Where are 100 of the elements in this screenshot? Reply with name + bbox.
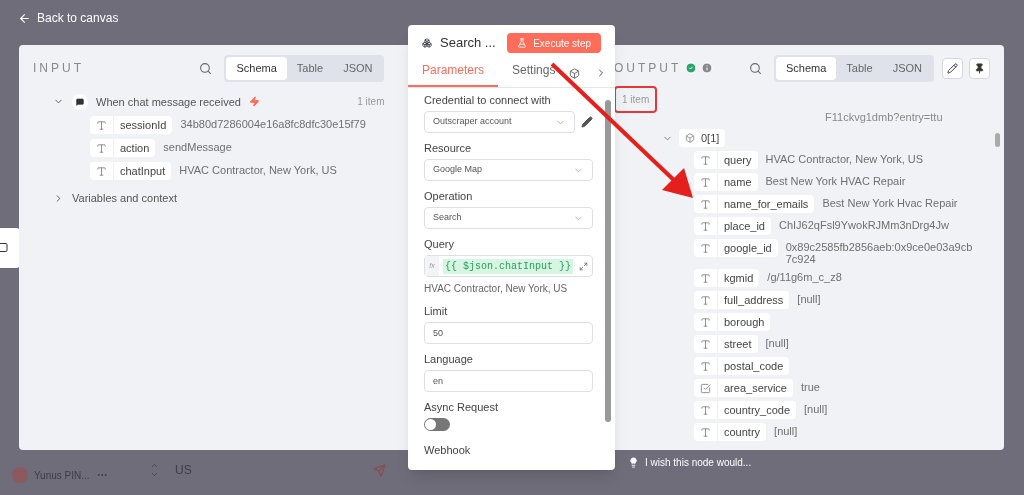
field-key: query [718,151,758,169]
field-pill[interactable]: street [694,335,758,353]
field-value: [null] [797,292,821,305]
text-type-icon [700,272,711,284]
pin-icon [974,62,985,74]
field-pill[interactable]: google_id [694,239,778,257]
node-title: Search ... [440,34,496,53]
field-key: 0[1] [701,129,726,147]
input-field[interactable]: en [424,370,593,392]
field-pill[interactable]: kgmid [694,269,760,287]
lightbulb-icon [628,457,639,468]
expand-icon[interactable] [579,261,588,271]
success-check-icon [685,62,698,75]
field-value: ChIJ62qFsl9YwokRJMm3nDrg4Jw [779,218,949,231]
field-label: Operation [424,190,474,203]
text-type-icon [700,220,711,232]
field-key: google_id [718,239,778,257]
field-pill[interactable]: chatInput [90,162,172,180]
field-label: Query [424,238,455,251]
field-pill[interactable]: area_service [694,379,793,397]
field-pill[interactable]: 0[1] [679,129,726,147]
toggle-switch[interactable] [424,418,450,431]
field-value: Best New York Hvac Repair [822,196,958,209]
panel-title: INPUT [33,60,84,78]
field-pill[interactable]: name [694,173,758,191]
field-key: chatInput [114,162,172,180]
input-field[interactable]: 50 [424,322,593,344]
field-value: 34b80d7286004e16a8fc8dfc30e15f79 [180,117,366,130]
pin-button[interactable] [969,57,990,79]
field-pill[interactable]: place_id [694,217,771,235]
field-value: 0x89c2585fb2856aeb:0x9ce0e03a9cb7c924 [785,240,974,265]
panel-title: OUTPUT [614,60,682,78]
text-type-icon [700,426,711,438]
scrollbar [995,133,1000,147]
text-type-icon [700,338,711,350]
field-pill[interactable]: query [694,151,758,169]
field-pill[interactable]: name_for_emails [694,195,815,213]
back-arrow-icon [18,11,31,25]
field-value: HVAC Contractor, New York, US [179,163,337,176]
field-key: name_for_emails [718,195,815,213]
select-field[interactable]: Outscraper account [424,111,575,133]
field-key: country_code [718,401,797,419]
search-icon[interactable] [199,61,213,75]
field-value: /g/11g6m_c_z8 [767,270,842,283]
avatar [12,467,28,483]
field-value: Best New York HVAC Repair [765,174,906,187]
feedback-link[interactable]: I wish this node would... [645,455,752,470]
text-type-icon [700,404,711,416]
checkbox-icon [700,382,711,394]
node-name: When chat message received [96,94,241,110]
text-type-icon [700,198,711,210]
field-value: true [801,380,820,393]
field-value: [null] [804,402,828,415]
search-icon[interactable] [749,61,762,75]
field-key: sessionId [114,116,173,134]
field-pill[interactable]: postal_code [694,357,790,375]
view-tab[interactable]: JSON [333,57,383,80]
field-pill[interactable]: country [694,423,767,441]
field-value: F11ckvg1dmb?entry=ttu [824,109,944,125]
field-key: full_address [718,291,790,309]
field-key: kgmid [718,269,760,287]
field-value: HVAC Contractor, New York, US [765,152,924,165]
field-pill[interactable]: country_code [694,401,797,419]
field-label: Limit [424,305,449,318]
field-key: postal_code [718,357,790,375]
field-pill[interactable]: action [90,139,156,157]
cube-icon[interactable] [569,68,581,79]
edit-button[interactable] [942,57,963,79]
text-type-icon [96,142,107,154]
view-tab[interactable]: Schema [776,57,837,80]
text-type-icon [700,242,711,254]
section-label[interactable]: Variables and context [72,190,177,207]
field-pill[interactable]: borough [694,313,771,331]
field-key: street [718,335,758,353]
panel-tab[interactable]: Settings [498,61,570,87]
back-link[interactable]: Back to canvas [18,9,119,27]
view-tab[interactable]: JSON [882,57,932,80]
send-icon [373,463,386,477]
text-type-icon [96,119,107,131]
select-field[interactable]: Google Map [424,159,593,181]
view-tab[interactable]: Schema [226,57,287,80]
field-label: Async Request [424,401,499,414]
field-key: country [718,423,767,441]
field-pill[interactable]: full_address [694,291,790,309]
field-label: Resource [424,142,473,155]
node-icon [422,38,432,48]
view-tab[interactable]: Table [286,57,334,80]
field-value: [null] [765,336,789,349]
field-key: borough [718,313,771,331]
field-pill[interactable]: sessionId [90,116,173,134]
pencil-icon [947,62,958,74]
expression-result: HVAC Contractor, New York, US [424,282,569,296]
text-type-icon [700,154,711,166]
view-tab[interactable]: Table [836,57,883,80]
pencil-icon[interactable] [581,116,593,128]
text-type-icon [700,294,711,306]
info-icon [701,62,714,75]
cube-icon [685,133,695,143]
field-key: place_id [718,217,771,235]
select-field[interactable]: Search [424,207,593,229]
